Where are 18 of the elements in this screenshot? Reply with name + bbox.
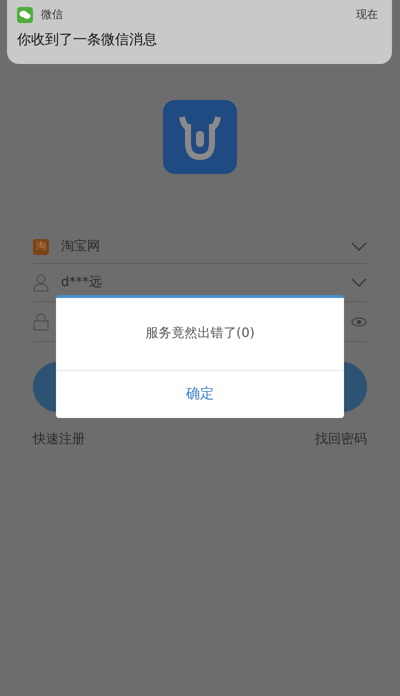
confirm-button[interactable]: 确定 [178,384,222,405]
chevron-down-icon[interactable] [351,278,367,288]
dialog-message: 服务竟然出错了(0) [145,325,255,344]
register-link[interactable]: 快速注册 [33,430,85,450]
chat-bubbles-icon [17,7,33,24]
chevron-down-icon[interactable] [351,242,367,252]
app-name: 微信 [41,7,63,23]
user-icon [33,274,49,292]
lock-icon [33,312,49,330]
forgot-password-link[interactable]: 找回密码 [315,430,367,450]
eye-icon[interactable] [351,316,367,326]
platform-select[interactable]: 淘宝网 [61,236,100,256]
notification-message: 你收到了一条微信消息 [17,30,158,50]
notification-banner[interactable]: 微信 现在 你收到了一条微信消息 [7,0,392,64]
platform-icon: 淘 [33,238,49,254]
notification-time: 现在 [356,7,378,23]
username-field[interactable]: d***远 [61,272,102,292]
app-logo-icon [163,100,237,174]
